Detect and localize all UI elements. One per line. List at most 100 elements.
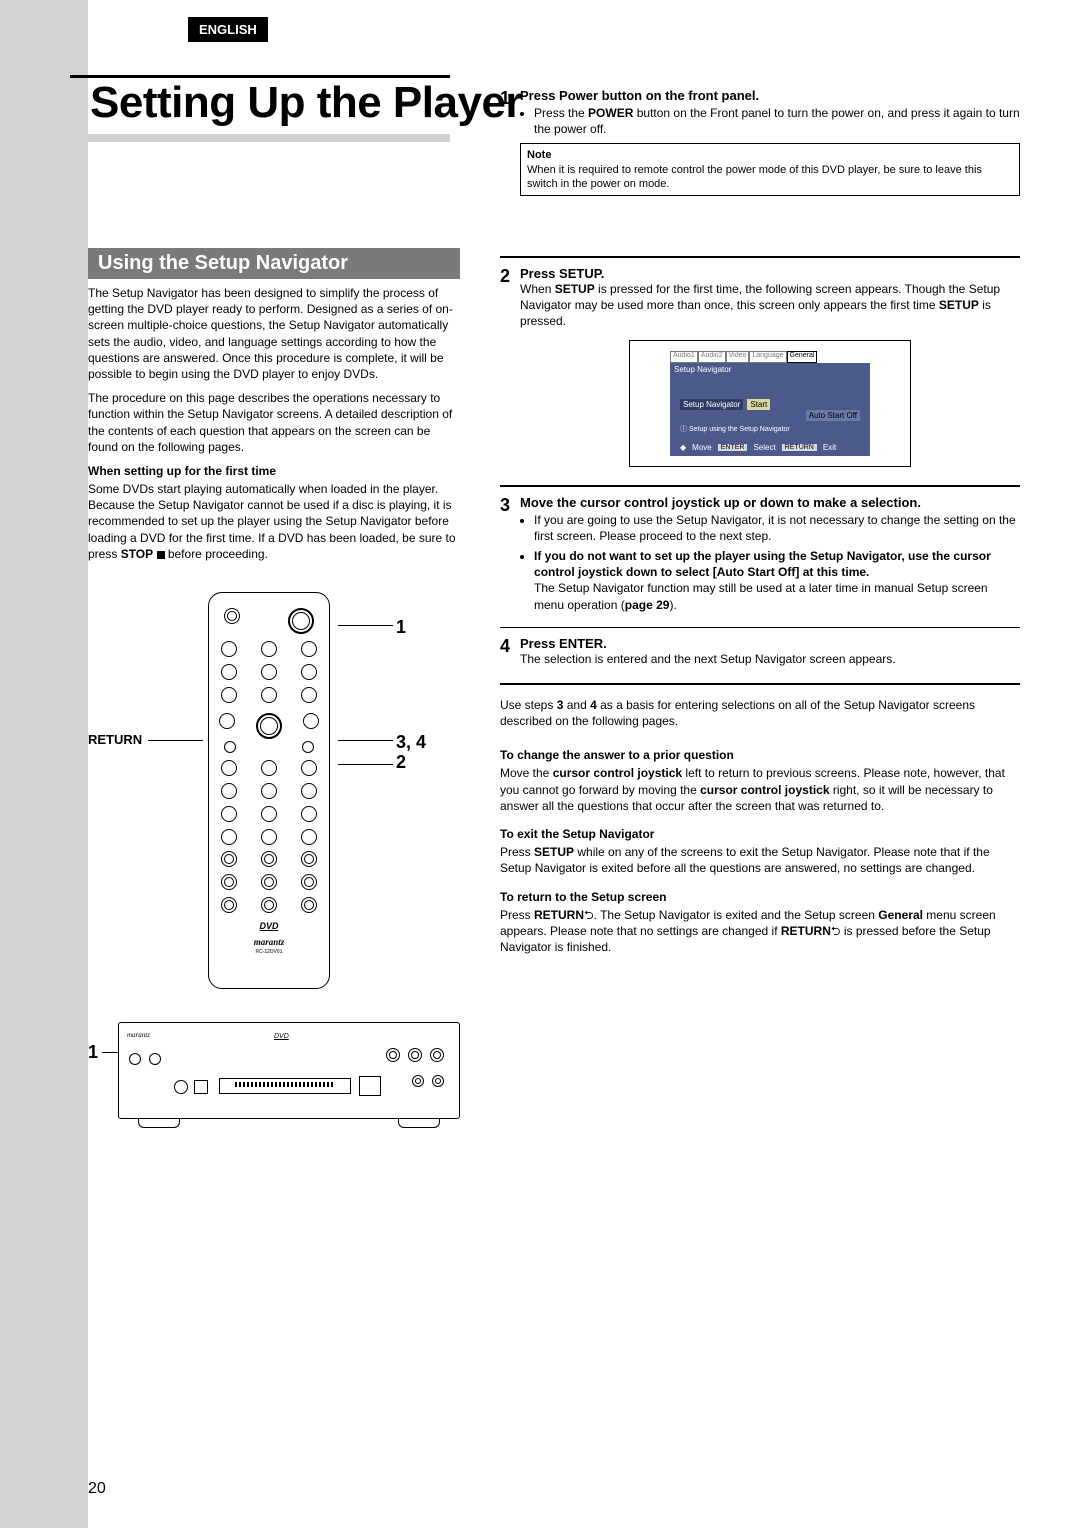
setup-word: SETUP — [555, 282, 595, 296]
unit-dvd-logo: DVD — [274, 1033, 289, 1040]
setup-word: SETUP — [534, 845, 574, 859]
dvd-logo-icon: DVD — [209, 921, 329, 931]
osd-footer: ◆Move ENTERSelect RETURNExit — [680, 443, 860, 452]
remote-button-icon — [261, 829, 277, 845]
unit-button-icon — [412, 1075, 424, 1087]
steps-top: 1 Press Power button on the front panel.… — [500, 88, 1020, 210]
return-heading: To return to the Setup screen — [500, 889, 1020, 905]
title-block: Setting Up the Player — [70, 75, 522, 142]
enter-joystick-icon — [256, 713, 282, 739]
intro-p2: The procedure on this page describes the… — [88, 390, 460, 455]
on-screen-display: Audio1 Audio2 Video Language General Set… — [629, 340, 911, 467]
osd-tab-active: General — [787, 351, 818, 363]
move-icon: ◆ — [680, 443, 686, 452]
left-column: Using the Setup Navigator The Setup Navi… — [88, 248, 460, 1152]
unit-button-icon — [430, 1048, 444, 1062]
text: before proceeding. — [165, 547, 268, 561]
unit-button-icon — [432, 1075, 444, 1087]
language-tab: ENGLISH — [188, 17, 268, 42]
osd-tab: Video — [726, 351, 750, 363]
step-1-note: Note When it is required to remote contr… — [520, 143, 1020, 196]
remote-button-icon — [261, 760, 277, 776]
return-button-icon — [224, 741, 236, 753]
section-heading: Using the Setup Navigator — [88, 248, 460, 279]
power-button-icon — [288, 608, 314, 634]
joystick-word: cursor control joystick — [700, 783, 829, 797]
menu-button-icon — [303, 713, 319, 729]
step-4-number: 4 — [500, 636, 510, 675]
text: Press the — [534, 106, 588, 120]
joystick-word: cursor control joystick — [553, 766, 682, 780]
remote-button-icon — [261, 874, 277, 890]
remote-button-icon — [261, 664, 277, 680]
unit-button-icon — [386, 1048, 400, 1062]
remote-button-icon — [301, 641, 317, 657]
step-1-bullet: Press the POWER button on the Front pane… — [534, 105, 1020, 137]
unit-display-icon — [359, 1076, 381, 1096]
step-3-number: 3 — [500, 495, 510, 619]
step-1-title: Press Power button on the front panel. — [520, 88, 1020, 103]
intro-p1: The Setup Navigator has been designed to… — [88, 285, 460, 382]
setup-word: SETUP — [939, 298, 979, 312]
step-2-title: Press SETUP. — [520, 266, 1020, 281]
remote-button-icon — [261, 687, 277, 703]
page-number: 20 — [88, 1480, 106, 1498]
remote-button-icon — [221, 829, 237, 845]
callout-1-unit: 1 — [88, 1042, 98, 1063]
step-4-title: Press ENTER. — [520, 636, 1020, 651]
text: ). — [669, 598, 676, 612]
osd-tab: Audio2 — [698, 351, 726, 363]
osd-title: Setup Navigator — [670, 363, 870, 376]
callout-34-line — [338, 740, 393, 741]
text: Press — [500, 908, 534, 922]
model-number: RC-12DV01 — [209, 949, 329, 955]
remote-button-icon — [261, 851, 277, 867]
remote-button-icon — [301, 783, 317, 799]
return-body: Press RETURN⮌. The Setup Navigator is ex… — [500, 907, 1020, 956]
page-ref: page 29 — [625, 598, 670, 612]
osd-tabs: Audio1 Audio2 Video Language General — [670, 351, 870, 363]
osd-tab: Audio1 — [670, 351, 698, 363]
stop-icon — [157, 551, 165, 559]
return-word: RETURN — [534, 908, 584, 922]
remote-button-icon — [301, 829, 317, 845]
step-2: 2 Press SETUP. When SETUP is pressed for… — [500, 266, 1020, 477]
remote-diagram: 1 3, 4 2 RETURN — [88, 592, 460, 1012]
return-label: RETURN — [88, 732, 142, 747]
callout-1: 1 — [396, 617, 406, 638]
text: Press — [500, 845, 534, 859]
text: . The Setup Navigator is exited and the … — [594, 908, 879, 922]
remote-button-icon — [261, 806, 277, 822]
osd-enter-pill: ENTER — [718, 444, 748, 451]
osd-tab: Language — [749, 351, 786, 363]
step-4-body: The selection is entered and the next Se… — [520, 651, 1020, 667]
osd-move-label: Move — [692, 443, 712, 452]
remote-button-icon — [301, 806, 317, 822]
unit-button-icon — [149, 1053, 161, 1065]
text: while on any of the screens to exit the … — [500, 845, 990, 875]
text: and — [563, 698, 590, 712]
remote-button-icon — [301, 687, 317, 703]
osd-option-row: Setup Navigator Start Auto Start Off ⓘ S… — [680, 399, 860, 434]
text: When — [520, 282, 555, 296]
unit-button-icon — [194, 1080, 208, 1094]
bold-text: If you do not want to set up the player … — [534, 549, 991, 579]
first-time-heading: When setting up for the first time — [88, 463, 460, 479]
unit-button-icon — [408, 1048, 422, 1062]
top-menu-button-icon — [219, 713, 235, 729]
text: Move the — [500, 766, 553, 780]
step-3-bullet-2: If you do not want to set up the player … — [534, 548, 1020, 613]
remote-button-icon — [301, 851, 317, 867]
divider — [500, 485, 1020, 487]
unit-power-button-icon — [129, 1053, 141, 1065]
left-sidebar-decoration — [0, 0, 88, 1528]
player-unit-icon: marantz DVD — [118, 1022, 460, 1119]
unit-foot-icon — [138, 1119, 180, 1128]
open-close-button-icon — [224, 608, 240, 624]
osd-row-label: Setup Navigator — [680, 399, 743, 410]
right-column: 2 Press SETUP. When SETUP is pressed for… — [500, 248, 1020, 1152]
remote-button-icon — [221, 664, 237, 680]
step-1-number: 1 — [500, 88, 510, 206]
callout-1-line — [338, 625, 393, 626]
remote-button-icon — [221, 783, 237, 799]
